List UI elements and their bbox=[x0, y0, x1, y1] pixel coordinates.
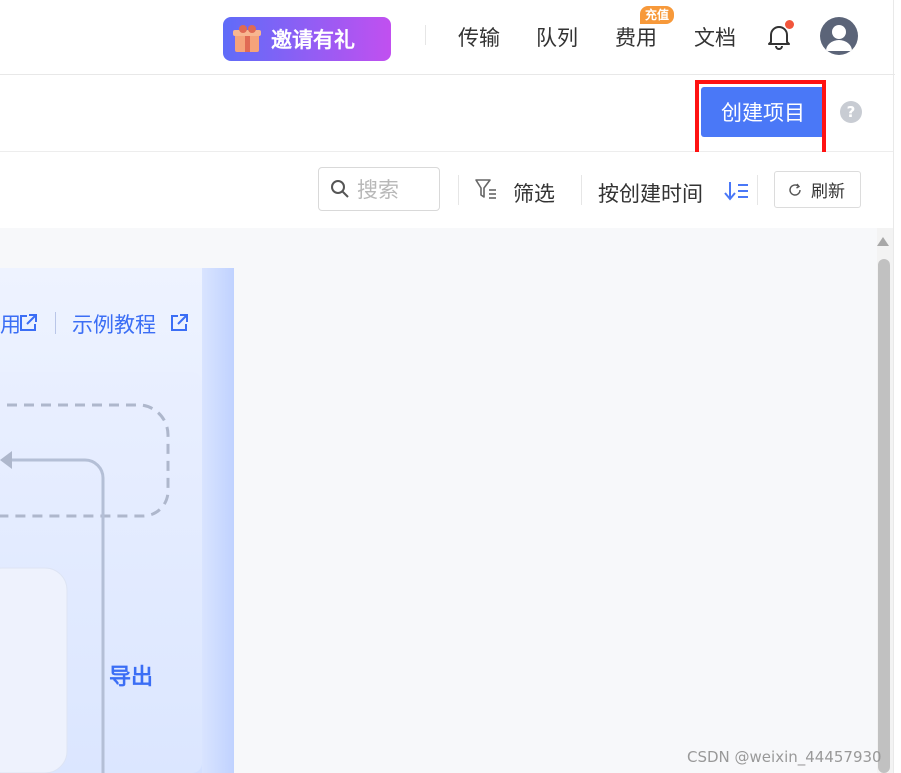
nav-transfer[interactable]: 传输 bbox=[458, 22, 500, 52]
list-toolbar bbox=[0, 152, 893, 228]
recharge-badge[interactable]: 充值 bbox=[640, 6, 675, 24]
watermark: CSDN @weixin_44457930 bbox=[687, 748, 882, 766]
gift-icon bbox=[231, 24, 265, 54]
window-edge bbox=[893, 0, 894, 773]
external-link-icon bbox=[169, 313, 189, 337]
tutorial-link[interactable]: 示例教程 bbox=[72, 309, 156, 339]
filter-button[interactable]: 筛选 bbox=[513, 178, 555, 208]
invite-pill-visible[interactable]: 邀请有礼 bbox=[223, 17, 391, 61]
search-input[interactable] bbox=[355, 176, 439, 204]
scroll-up-arrow-icon[interactable] bbox=[877, 237, 889, 246]
link-divider bbox=[55, 312, 56, 334]
toolbar-divider bbox=[757, 175, 758, 205]
highlight-box bbox=[695, 80, 826, 156]
top-header bbox=[0, 0, 895, 75]
header-divider bbox=[425, 25, 426, 45]
sort-button[interactable]: 按创建时间 bbox=[598, 178, 703, 208]
invite-label: 邀请有礼 bbox=[271, 28, 355, 52]
toolbar-divider bbox=[581, 175, 582, 205]
nav-billing[interactable]: 费用 bbox=[615, 22, 657, 52]
avatar[interactable] bbox=[820, 17, 858, 55]
refresh-button[interactable]: 刷新 bbox=[774, 171, 861, 208]
refresh-label: 刷新 bbox=[811, 182, 845, 202]
search-icon bbox=[330, 179, 350, 203]
help-icon[interactable]: ? bbox=[840, 101, 862, 123]
flow-diagram bbox=[0, 403, 170, 773]
sort-desc-icon[interactable] bbox=[724, 180, 750, 206]
scrollbar-thumb[interactable] bbox=[878, 259, 890, 773]
external-link-icon bbox=[18, 313, 38, 337]
nav-queue[interactable]: 队列 bbox=[536, 22, 578, 52]
filter-icon[interactable] bbox=[474, 178, 498, 204]
export-label: 导出 bbox=[109, 665, 154, 690]
toolbar-divider bbox=[458, 175, 459, 205]
refresh-icon bbox=[788, 182, 802, 202]
search-box[interactable] bbox=[318, 167, 440, 211]
nav-docs[interactable]: 文档 bbox=[694, 22, 736, 52]
notification-dot bbox=[785, 20, 794, 29]
